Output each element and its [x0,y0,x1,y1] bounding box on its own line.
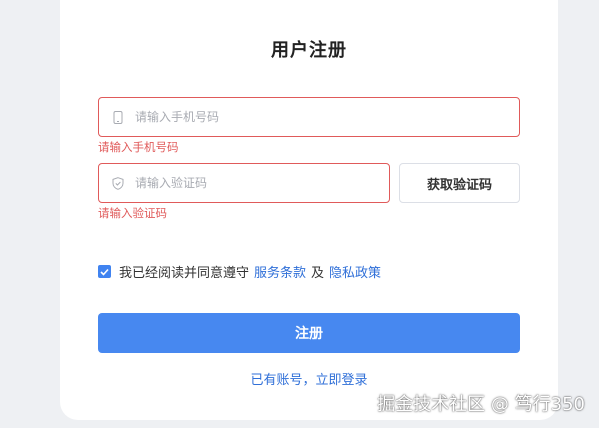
check-icon [100,268,109,276]
agreement-row: 我已经阅读并同意遵守 服务条款 及 隐私政策 [98,262,381,281]
code-field[interactable] [98,163,390,203]
get-code-button[interactable]: 获取验证码 [399,163,520,203]
phone-field[interactable] [98,97,520,137]
shield-icon [111,176,125,190]
phone-icon [111,110,125,124]
phone-input[interactable] [133,109,519,125]
code-error: 请输入验证码 [98,206,167,220]
register-card: 用户注册 请输入手机号码 获取验证码 请输入验证码 我已经阅读并同意遵守 服务条… [60,0,558,420]
code-input[interactable] [133,175,389,191]
privacy-link[interactable]: 隐私政策 [329,262,381,281]
page-title: 用户注册 [271,40,347,61]
agreement-text: 我已经阅读并同意遵守 [119,266,250,281]
register-button[interactable]: 注册 [98,313,520,353]
watermark: 掘金技术社区 @ 笃行350 [377,394,585,415]
login-link[interactable]: 已有账号，立即登录 [60,369,558,388]
agreement-checkbox[interactable] [98,265,111,278]
agreement-and: 及 [311,266,325,281]
terms-link[interactable]: 服务条款 [254,262,306,281]
phone-error: 请输入手机号码 [98,140,179,154]
